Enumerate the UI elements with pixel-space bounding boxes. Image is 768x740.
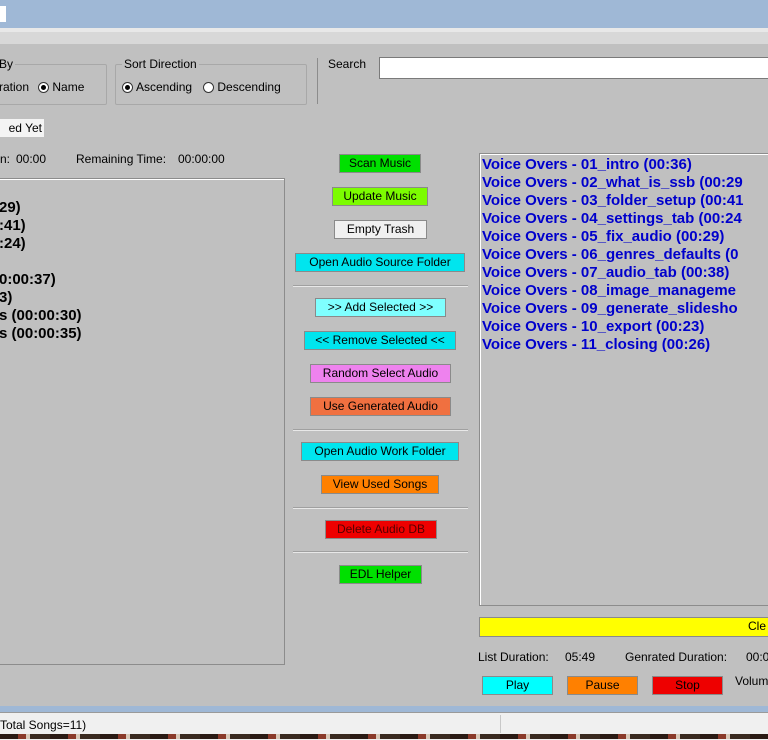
list-item[interactable] xyxy=(0,253,82,271)
list-item[interactable]: Voice Overs - 08_image_manageme xyxy=(482,282,744,300)
selected-audio-list[interactable]: Voice Overs - 01_intro (00:36) Voice Ove… xyxy=(479,153,768,606)
list-item[interactable]: Voice Overs - 03_folder_setup (00:41 xyxy=(482,192,744,210)
list-item[interactable]: Voice Overs - 09_generate_slidesho xyxy=(482,300,744,318)
generated-duration-value: 00:0 xyxy=(746,650,768,664)
sort-duration-label[interactable]: ration xyxy=(0,80,29,94)
search-input[interactable] xyxy=(379,57,768,79)
descending-label: Descending xyxy=(217,80,281,94)
selected-items: Voice Overs - 01_intro (00:36) Voice Ove… xyxy=(482,156,744,354)
edl-helper-button[interactable]: EDL Helper xyxy=(339,565,422,584)
volume-label: Volum xyxy=(735,674,768,688)
list-item[interactable]: Voice Overs - 01_intro (00:36) xyxy=(482,156,744,174)
view-used-songs-button[interactable]: View Used Songs xyxy=(321,475,439,494)
status-tag: ed Yet xyxy=(0,119,44,137)
ascending-option[interactable]: Ascending xyxy=(122,80,192,94)
background-image-edge xyxy=(0,734,768,739)
radio-selected-icon[interactable] xyxy=(38,82,50,93)
list-item[interactable]: s (00:00:30) xyxy=(0,307,82,325)
play-button[interactable]: Play xyxy=(482,676,553,695)
ascending-label: Ascending xyxy=(136,80,193,94)
pause-button[interactable]: Pause xyxy=(567,676,638,695)
sort-direction-legend: Sort Direction xyxy=(122,57,199,71)
random-select-audio-button[interactable]: Random Select Audio xyxy=(310,364,451,383)
scan-music-button[interactable]: Scan Music xyxy=(339,154,421,173)
music-library-list[interactable]: 29) :41) :24) 0:00:37) 3) s (00:00:30) s… xyxy=(0,178,285,665)
sort-by-group: By ration Name xyxy=(0,57,107,105)
list-item[interactable]: s (00:00:35) xyxy=(0,325,82,343)
list-item[interactable]: Voice Overs - 11_closing (00:26) xyxy=(482,336,744,354)
list-item[interactable]: 29) xyxy=(0,199,82,217)
group-separator xyxy=(317,58,318,104)
update-music-button[interactable]: Update Music xyxy=(332,187,428,206)
search-label: Search xyxy=(328,57,367,71)
list-item[interactable]: 3) xyxy=(0,289,82,307)
use-generated-audio-button[interactable]: Use Generated Audio xyxy=(310,397,451,416)
sort-by-legend: By xyxy=(0,57,16,71)
generated-duration-label: Genrated Duration: xyxy=(625,650,728,664)
list-item[interactable]: Voice Overs - 04_settings_tab (00:24 xyxy=(482,210,744,228)
status-text: Total Songs=11) xyxy=(0,718,87,732)
list-duration-value: 05:49 xyxy=(565,650,596,664)
list-item[interactable]: :41) xyxy=(0,217,82,235)
window-icon xyxy=(0,6,6,22)
divider xyxy=(293,285,468,287)
sort-name-label: Name xyxy=(52,80,85,94)
status-divider xyxy=(500,715,501,733)
duration-label: n: xyxy=(0,152,11,166)
list-item[interactable]: Voice Overs - 02_what_is_ssb (00:29 xyxy=(482,174,744,192)
radio-selected-icon[interactable] xyxy=(122,82,133,93)
list-item[interactable]: Voice Overs - 07_audio_tab (00:38) xyxy=(482,264,744,282)
list-item[interactable]: Voice Overs - 10_export (00:23) xyxy=(482,318,744,336)
radio-unselected-icon[interactable] xyxy=(203,82,215,93)
clear-label: Cle xyxy=(747,619,766,633)
sort-name-option[interactable]: Name xyxy=(38,80,84,94)
sort-direction-options: Ascending Descending xyxy=(122,80,281,94)
remaining-time-label: Remaining Time: xyxy=(76,152,167,166)
library-items: 29) :41) :24) 0:00:37) 3) s (00:00:30) s… xyxy=(0,199,82,343)
sort-by-options: ration Name xyxy=(0,80,84,94)
list-item[interactable]: Voice Overs - 05_fix_audio (00:29) xyxy=(482,228,744,246)
list-item[interactable]: Voice Overs - 06_genres_defaults (0 xyxy=(482,246,744,264)
duration-value: 00:00 xyxy=(16,152,47,166)
divider xyxy=(293,551,468,553)
list-duration-label: List Duration: xyxy=(478,650,549,664)
stop-button[interactable]: Stop xyxy=(652,676,723,695)
empty-trash-button[interactable]: Empty Trash xyxy=(334,220,427,239)
list-item[interactable]: :24) xyxy=(0,235,82,253)
divider xyxy=(293,429,468,431)
add-selected-button[interactable]: >> Add Selected >> xyxy=(315,298,446,317)
divider xyxy=(293,507,468,509)
open-audio-work-folder-button[interactable]: Open Audio Work Folder xyxy=(301,442,459,461)
remove-selected-button[interactable]: << Remove Selected << xyxy=(304,331,456,350)
open-audio-source-folder-button[interactable]: Open Audio Source Folder xyxy=(295,253,465,272)
menu-band xyxy=(0,32,768,44)
title-bar xyxy=(0,0,768,32)
delete-audio-db-button[interactable]: Delete Audio DB xyxy=(325,520,437,539)
sort-direction-group: Sort Direction Ascending Descending xyxy=(115,57,307,105)
descending-option[interactable]: Descending xyxy=(203,80,281,94)
remaining-time-value: 00:00:00 xyxy=(178,152,225,166)
list-item[interactable]: 0:00:37) xyxy=(0,271,82,289)
clear-button[interactable]: Cle xyxy=(479,617,768,637)
